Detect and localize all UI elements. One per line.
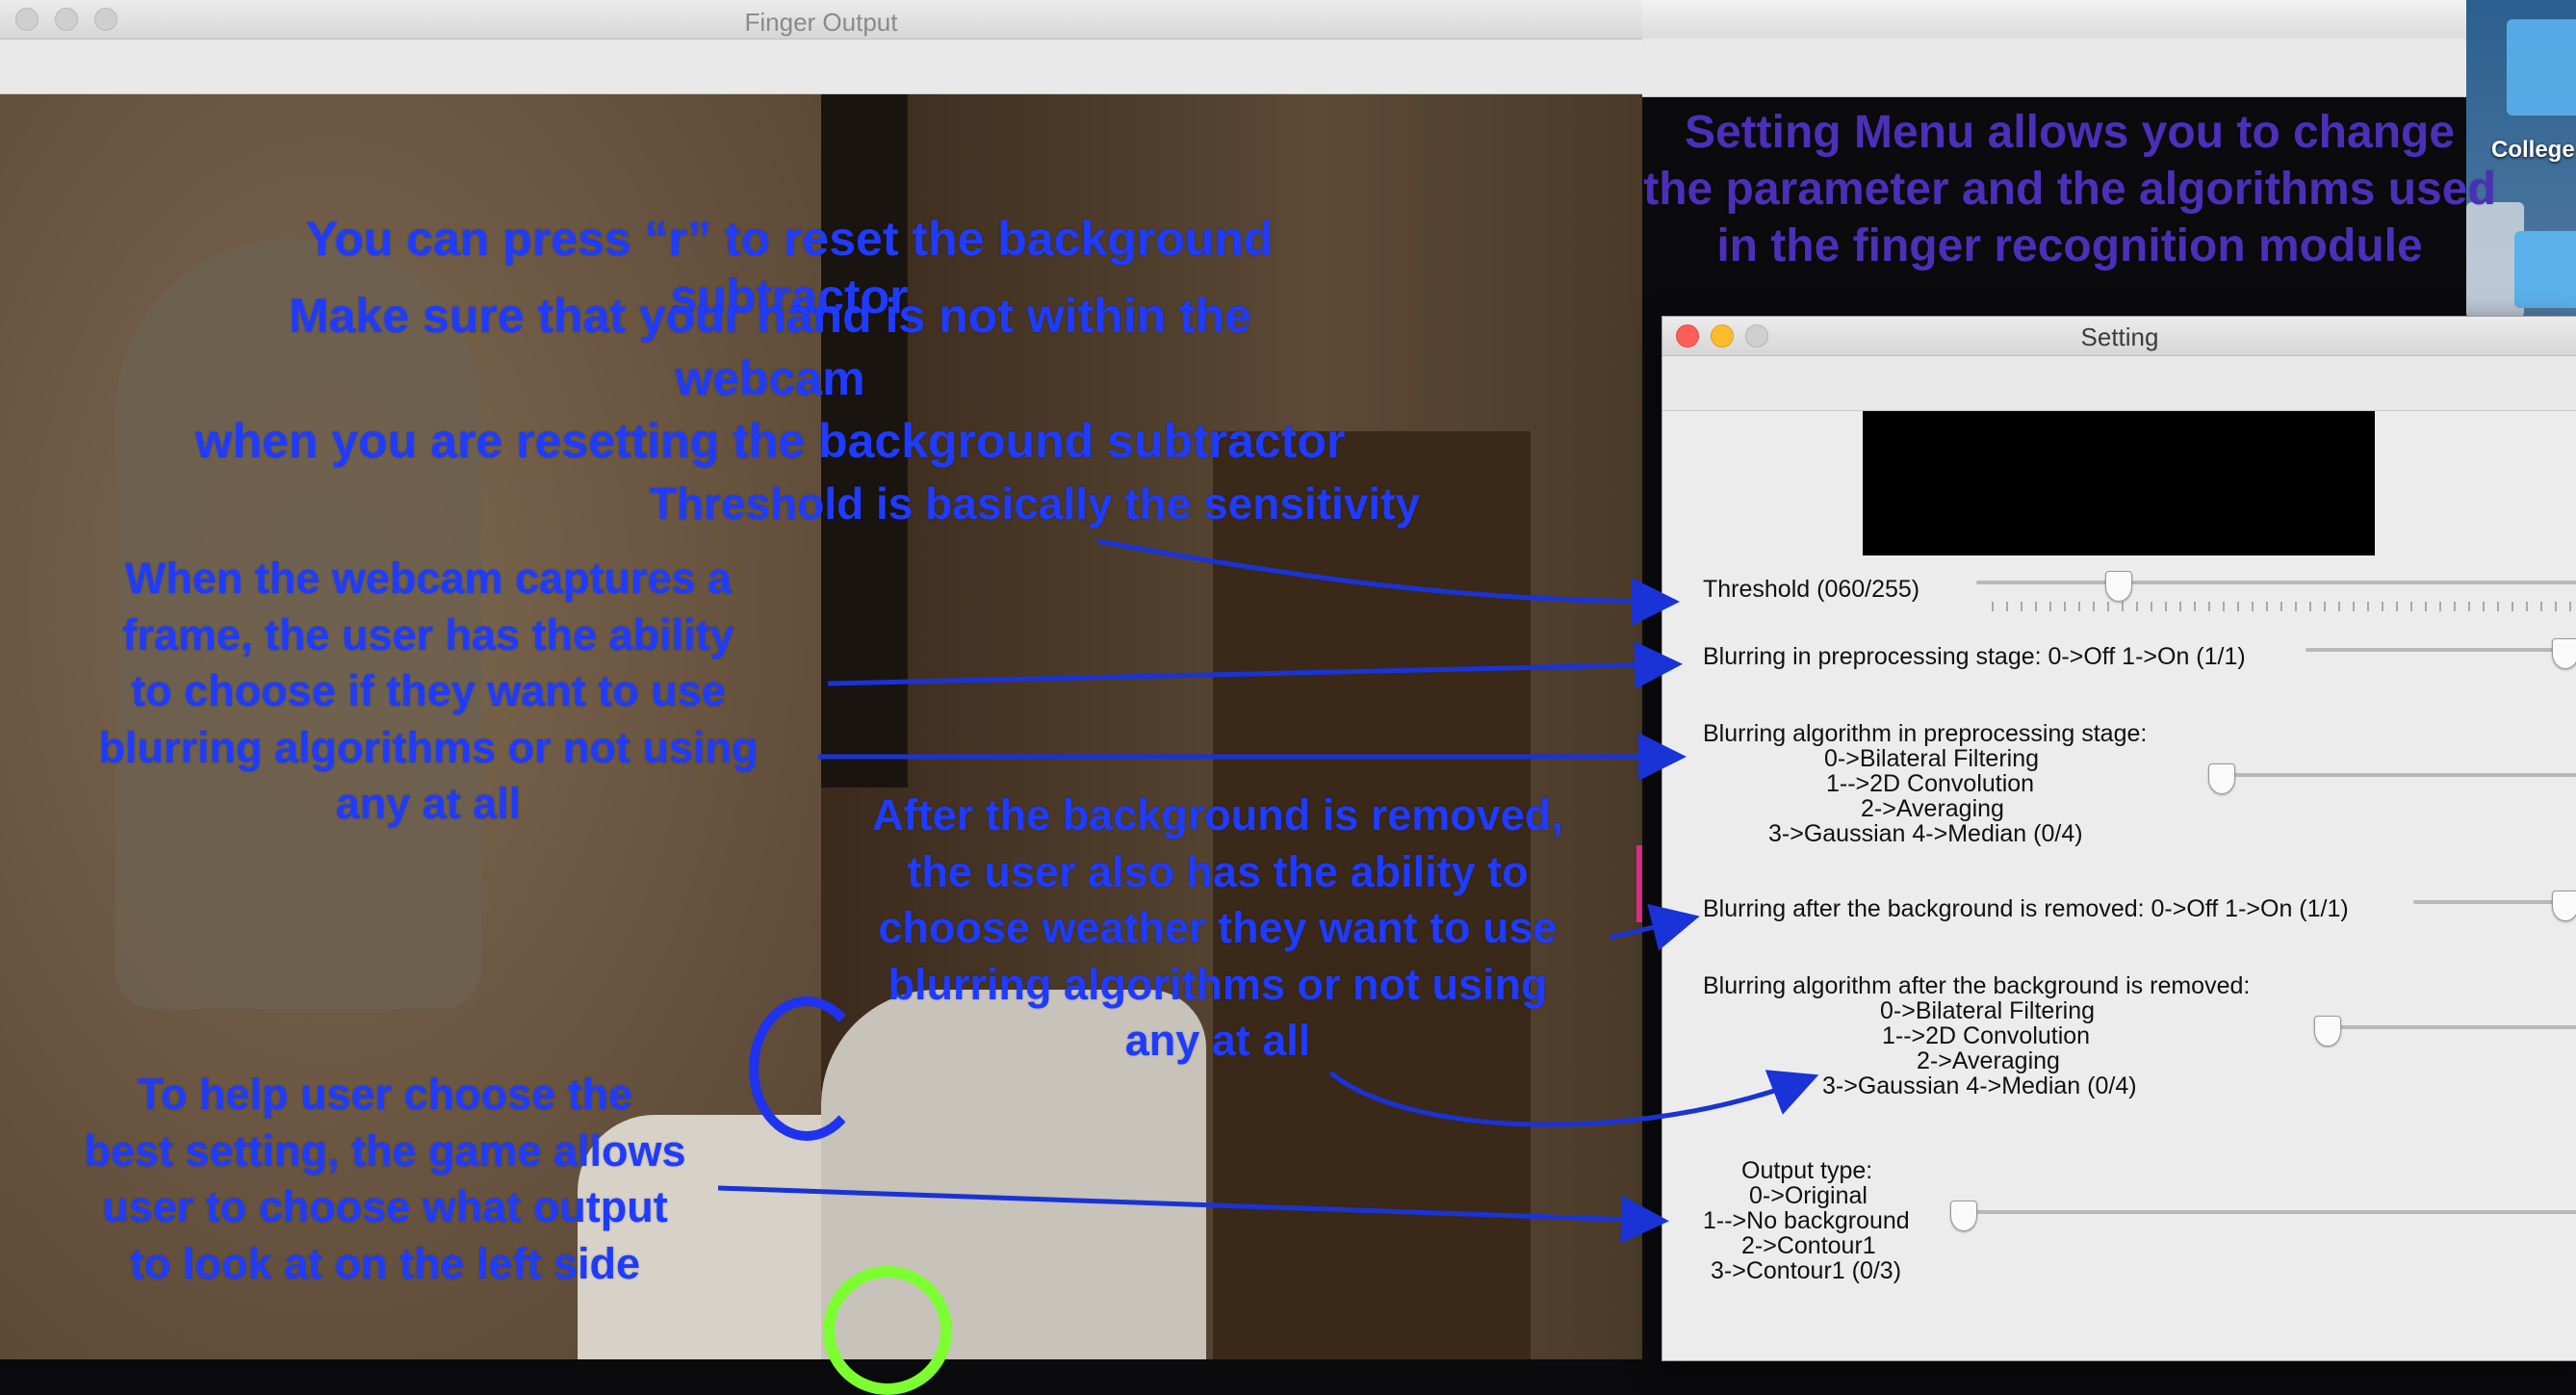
blur-pre-arrow xyxy=(827,640,1683,689)
annotation-arrows xyxy=(717,538,1819,1244)
threshold-arrow xyxy=(1096,538,1680,626)
blur-post-algo-arrow xyxy=(1328,1070,1819,1127)
output-arrow xyxy=(717,1185,1669,1244)
blur-post-arrow xyxy=(1609,903,1700,951)
